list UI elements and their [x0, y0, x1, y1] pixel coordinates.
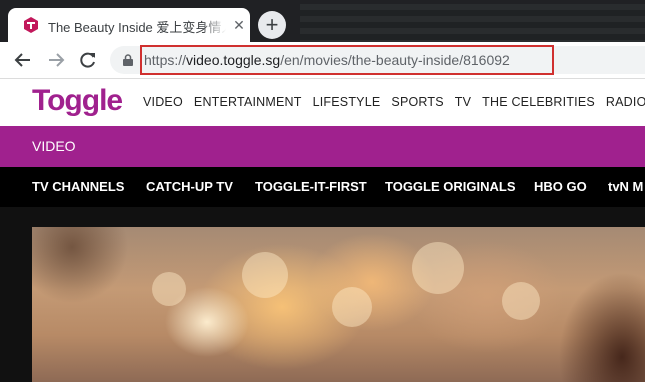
- browser-toolbar: https://video.toggle.sg/en/movies/the-be…: [0, 42, 645, 78]
- nav-item-sports[interactable]: SPORTS: [391, 95, 443, 109]
- site-header: Toggle VIDEO ENTERTAINMENT LIFESTYLE SPO…: [0, 78, 645, 126]
- reload-icon[interactable]: [78, 50, 98, 70]
- subnav-hbo-go[interactable]: HBO GO: [534, 179, 587, 194]
- toggle-favicon-icon: [24, 17, 38, 33]
- hero-video-image[interactable]: [32, 227, 645, 382]
- bokeh-light: [502, 282, 540, 320]
- new-tab-button[interactable]: +: [258, 11, 286, 39]
- address-bar[interactable]: https://video.toggle.sg/en/movies/the-be…: [110, 45, 645, 75]
- url-path: /en/movies/the-beauty-inside/816092: [280, 52, 510, 68]
- browser-tab-strip: The Beauty Inside 爱上变身情人 ✕ +: [0, 0, 645, 42]
- nav-item-video[interactable]: VIDEO: [143, 95, 183, 109]
- nav-item-lifestyle[interactable]: LIFESTYLE: [313, 95, 381, 109]
- section-bar: VIDEO: [0, 126, 645, 167]
- background-window: [300, 4, 645, 42]
- url-text[interactable]: https://video.toggle.sg/en/movies/the-be…: [144, 52, 510, 68]
- browser-tab[interactable]: The Beauty Inside 爱上变身情人 ✕: [8, 8, 250, 42]
- lock-icon: [123, 54, 133, 66]
- forward-arrow-icon[interactable]: [46, 50, 66, 70]
- main-nav: VIDEO ENTERTAINMENT LIFESTYLE SPORTS TV …: [143, 95, 645, 109]
- bokeh-light: [412, 242, 464, 294]
- url-host: video.toggle.sg: [186, 52, 281, 68]
- url-scheme: https://: [144, 52, 187, 68]
- bokeh-light: [332, 287, 372, 327]
- bokeh-light: [242, 252, 288, 298]
- section-label[interactable]: VIDEO: [32, 138, 76, 154]
- close-tab-icon[interactable]: ✕: [232, 18, 246, 32]
- tab-title: The Beauty Inside 爱上变身情人: [48, 17, 226, 35]
- subnav-tvn-m[interactable]: tvN M: [608, 179, 643, 194]
- sub-nav: TV CHANNELS CATCH-UP TV TOGGLE-IT-FIRST …: [0, 167, 645, 207]
- toggle-logo[interactable]: Toggle: [32, 84, 123, 118]
- subnav-toggle-originals[interactable]: TOGGLE ORIGINALS: [385, 179, 516, 194]
- nav-item-the-celebrities[interactable]: THE CELEBRITIES: [482, 95, 595, 109]
- subnav-catch-up-tv[interactable]: CATCH-UP TV: [146, 179, 233, 194]
- subnav-toggle-it-first[interactable]: TOGGLE-IT-FIRST: [255, 179, 367, 194]
- nav-item-radio[interactable]: RADIO: [606, 95, 645, 109]
- nav-item-entertainment[interactable]: ENTERTAINMENT: [194, 95, 302, 109]
- bokeh-light: [152, 272, 186, 306]
- nav-item-tv[interactable]: TV: [455, 95, 471, 109]
- back-arrow-icon[interactable]: [13, 50, 33, 70]
- subnav-tv-channels[interactable]: TV CHANNELS: [32, 179, 124, 194]
